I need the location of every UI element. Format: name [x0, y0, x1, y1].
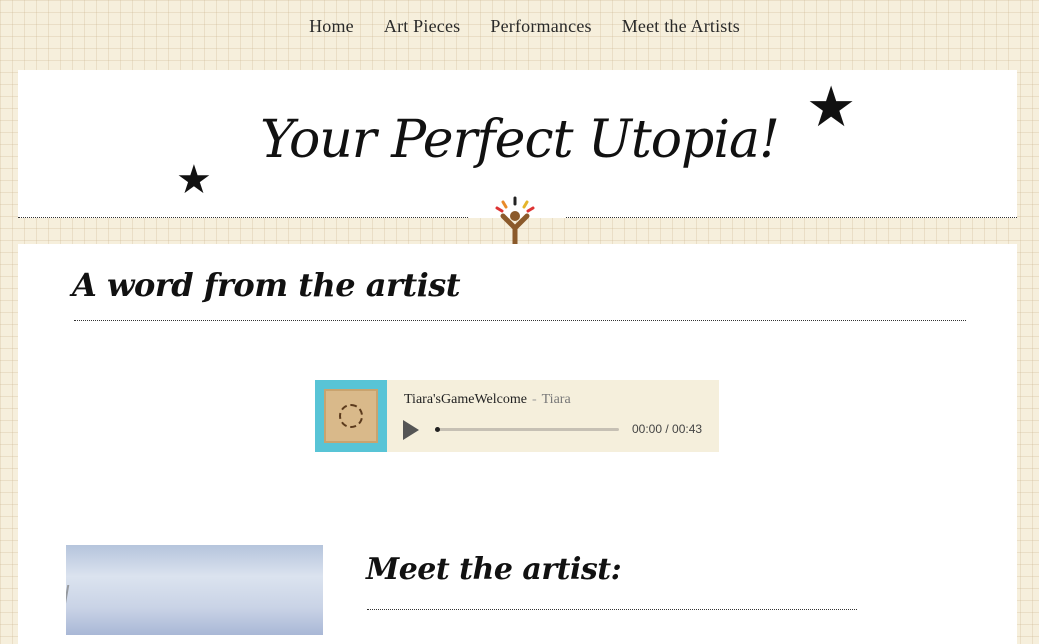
- tree-person-icon: [495, 196, 535, 246]
- site-title: Your Perfect Utopia!: [260, 110, 780, 170]
- current-time: 00:00: [632, 422, 663, 436]
- artist-photo: [66, 545, 323, 635]
- header-divider-right: [566, 217, 1017, 218]
- main-nav: Home Art Pieces Performances Meet the Ar…: [0, 0, 1039, 52]
- star-icon: ★: [806, 75, 857, 140]
- track-artist: Tiara: [541, 392, 571, 407]
- progress-bar[interactable]: [435, 427, 619, 432]
- star-icon: ★: [176, 157, 212, 203]
- duration: 00:43: [672, 422, 703, 436]
- track-title: Tiara'sGameWelcome: [404, 392, 527, 407]
- time-display: 00:00 / 00:43: [632, 422, 702, 436]
- nav-performances-link[interactable]: Performances: [490, 16, 591, 37]
- nav-home-link[interactable]: Home: [309, 16, 354, 37]
- meet-artist-heading: Meet the artist:: [366, 552, 622, 587]
- audio-player: Tiara'sGameWelcome - Tiara 00:00 / 00:43: [315, 380, 719, 452]
- time-separator: /: [662, 422, 673, 436]
- play-icon[interactable]: [403, 420, 419, 440]
- header-divider-left: [18, 217, 468, 218]
- heading-divider: [74, 320, 966, 321]
- tree-branch: [66, 585, 110, 635]
- sun-emblem-icon: [339, 404, 363, 428]
- album-art-frame: [324, 389, 378, 443]
- album-art: [315, 380, 387, 452]
- nav-art-pieces-link[interactable]: Art Pieces: [384, 16, 460, 37]
- artist-word-heading: A word from the artist: [72, 266, 461, 304]
- track-info: Tiara'sGameWelcome - Tiara: [404, 392, 571, 408]
- progress-knob[interactable]: [435, 427, 440, 432]
- nav-meet-the-artists-link[interactable]: Meet the Artists: [622, 16, 740, 37]
- meet-artist-divider: [367, 609, 857, 610]
- track-separator: -: [531, 392, 537, 407]
